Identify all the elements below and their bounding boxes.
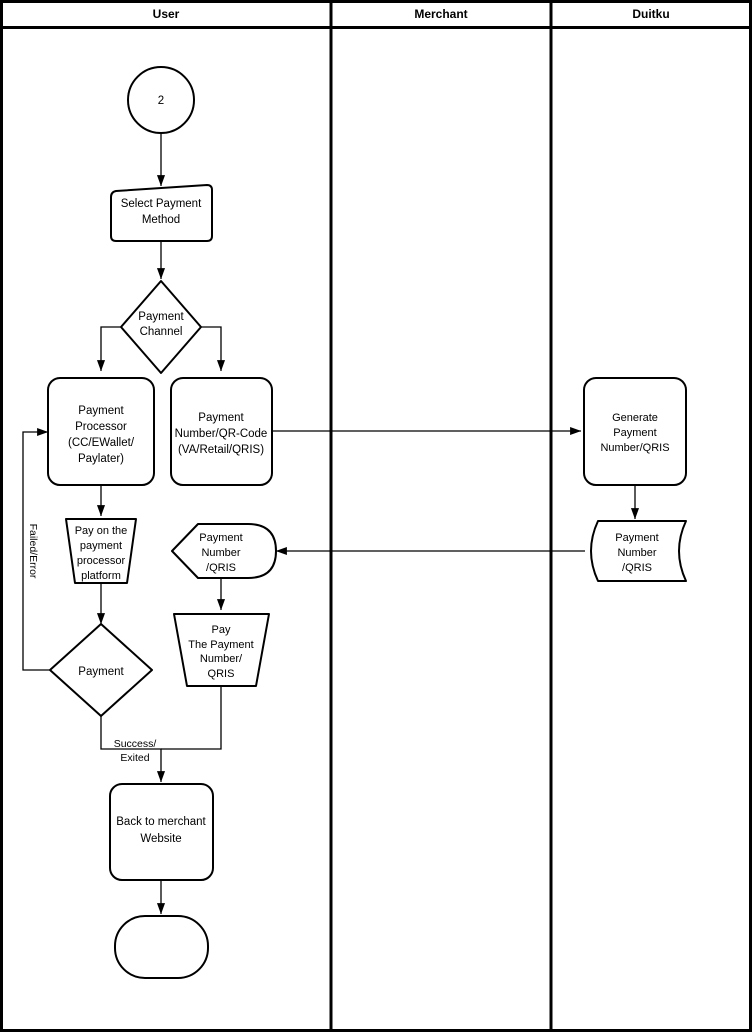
flowchart-canvas: User Merchant Duitku Failed/Error Succes… xyxy=(0,0,752,1032)
node-payment-number-qr-code[interactable]: Payment Number/QR-Code (VA/Retail/QRIS) xyxy=(170,377,273,486)
node-select-payment-method[interactable]: Select Payment Method xyxy=(110,184,213,242)
flowchart-diagram: User Merchant Duitku Failed/Error Succes… xyxy=(0,0,752,1032)
payment-decision-line1: Payment xyxy=(78,666,124,678)
pay-on-platform-line1: Pay on the xyxy=(75,525,128,537)
generate-payment-number-line2: Payment xyxy=(613,427,656,439)
pay-on-platform-line4: platform xyxy=(81,570,121,582)
node-payment-decision[interactable]: Payment xyxy=(49,623,153,717)
generate-payment-number-line1: Generate xyxy=(612,412,658,424)
select-payment-method-line1: Select Payment xyxy=(121,198,202,210)
end-terminator-shape xyxy=(114,915,209,979)
payment-number-qris-user-line1: Payment xyxy=(199,532,242,544)
back-to-merchant-line1: Back to merchant xyxy=(116,816,206,828)
back-to-merchant-line2: Website xyxy=(140,833,181,845)
payment-number-qris-duitku-line2: Number xyxy=(617,547,656,559)
payment-number-qris-user-line3: /QRIS xyxy=(206,562,236,574)
edge-label-success-line1: Success/ xyxy=(114,738,157,750)
generate-payment-number-line3: Number/QRIS xyxy=(600,442,669,454)
node-pay-the-payment-number[interactable]: Pay The Payment Number/ QRIS xyxy=(173,613,270,687)
payment-number-qr-code-line2: Number/QR-Code xyxy=(175,428,268,440)
payment-number-qris-duitku-line3: /QRIS xyxy=(622,562,652,574)
payment-processor-line2: Processor xyxy=(75,421,127,433)
back-to-merchant-box xyxy=(109,783,214,881)
pay-the-payment-number-line4: QRIS xyxy=(208,668,235,680)
payment-number-qris-duitku-line1: Payment xyxy=(615,532,658,544)
edge-channel-to-processor xyxy=(96,326,121,372)
edge-channel-to-number xyxy=(201,326,226,372)
pay-on-platform-line2: payment xyxy=(80,540,122,552)
node-payment-processor[interactable]: Payment Processor (CC/EWallet/ Paylater) xyxy=(47,377,155,486)
start-connector-label: 2 xyxy=(158,95,164,107)
payment-processor-line4: Paylater) xyxy=(78,453,124,465)
node-generate-payment-number[interactable]: Generate Payment Number/QRIS xyxy=(583,377,687,486)
payment-processor-line3: (CC/EWallet/ xyxy=(68,437,135,449)
node-payment-number-qris-duitku[interactable]: Payment Number /QRIS xyxy=(590,520,687,582)
payment-processor-line1: Payment xyxy=(78,405,124,417)
pay-on-platform-line3: processor xyxy=(77,555,126,567)
node-back-to-merchant[interactable]: Back to merchant Website xyxy=(109,783,214,881)
pay-the-payment-number-line3: Number/ xyxy=(200,653,243,665)
edge-paynumber-to-join xyxy=(161,686,222,750)
payment-number-qris-user-line2: Number xyxy=(201,547,240,559)
pay-the-payment-number-line1: Pay xyxy=(212,624,231,636)
payment-channel-line2: Channel xyxy=(140,326,183,338)
select-payment-method-shape xyxy=(110,184,213,242)
lane-title-merchant: Merchant xyxy=(414,7,467,21)
node-end-terminator[interactable] xyxy=(114,915,209,979)
select-payment-method-line2: Method xyxy=(142,214,180,226)
payment-number-qr-code-line1: Payment xyxy=(198,412,244,424)
edge-label-failed-error: Failed/Error xyxy=(27,524,39,579)
lane-title-user: User xyxy=(153,7,180,21)
node-pay-on-platform[interactable]: Pay on the payment processor platform xyxy=(65,518,137,584)
node-payment-channel[interactable]: Payment Channel xyxy=(120,280,202,374)
payment-number-qr-code-line3: (VA/Retail/QRIS) xyxy=(178,444,264,456)
node-start-connector[interactable]: 2 xyxy=(127,66,195,134)
edge-label-success-line2: Exited xyxy=(120,752,149,764)
payment-channel-line1: Payment xyxy=(138,311,184,323)
node-payment-number-qris-user[interactable]: Payment Number /QRIS xyxy=(171,523,277,579)
pay-the-payment-number-line2: The Payment xyxy=(188,639,253,651)
lane-title-duitku: Duitku xyxy=(632,7,669,21)
